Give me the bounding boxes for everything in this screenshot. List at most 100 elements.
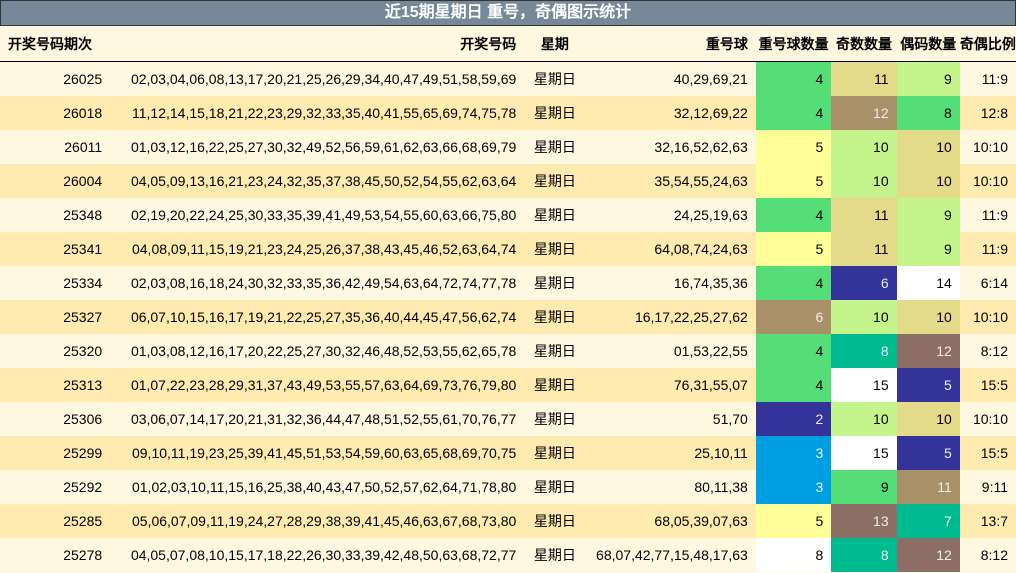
odd-count-cell: 11 <box>831 232 897 266</box>
numbers-cell: 01,03,08,12,16,17,20,22,25,27,30,32,46,4… <box>110 334 525 368</box>
ratio-cell: 12:8 <box>959 96 1016 130</box>
even-count-cell: 10 <box>896 402 960 436</box>
ratio-cell: 11:9 <box>959 61 1016 96</box>
period-cell: 25327 <box>0 300 111 334</box>
weekday-cell: 星期日 <box>524 96 586 130</box>
period-cell: 25292 <box>0 470 111 504</box>
odd-count-cell: 6 <box>831 266 897 300</box>
weekday-cell: 星期日 <box>524 232 586 266</box>
weekday-cell: 星期日 <box>524 504 586 538</box>
odd-count-cell: 15 <box>831 368 897 402</box>
even-count-cell: 7 <box>896 504 960 538</box>
repeat-count-cell: 5 <box>755 232 832 266</box>
numbers-cell: 06,07,10,15,16,17,19,21,22,25,27,35,36,4… <box>110 300 525 334</box>
even-count-cell: 12 <box>896 334 960 368</box>
table-row: 26011 01,03,12,16,22,25,27,30,32,49,52,56… <box>0 130 1016 164</box>
odd-count-cell: 11 <box>831 61 897 96</box>
numbers-cell: 11,12,14,15,18,21,22,23,29,32,33,35,40,4… <box>110 96 525 130</box>
table-row: 26004 04,05,09,13,16,21,23,24,32,35,37,38… <box>0 164 1016 198</box>
even-count-cell: 8 <box>896 96 960 130</box>
repeat-count-cell: 2 <box>755 402 832 436</box>
header-numbers[interactable]: 开奖号码 <box>110 26 525 62</box>
repeat-count-cell: 4 <box>755 334 832 368</box>
period-cell: 25320 <box>0 334 111 368</box>
table-row: 25306 03,06,07,14,17,20,21,31,32,36,44,47… <box>0 402 1016 436</box>
table-row: 25341 04,08,09,11,15,19,21,23,24,25,26,37… <box>0 232 1016 266</box>
numbers-cell: 02,03,08,16,18,24,30,32,33,35,36,42,49,5… <box>110 266 525 300</box>
odd-count-cell: 10 <box>831 130 897 164</box>
header-ratio[interactable]: 奇偶比例 <box>959 26 1016 62</box>
period-cell: 25313 <box>0 368 111 402</box>
period-cell: 26025 <box>0 61 111 96</box>
stats-table: 开奖号码期次 开奖号码 星期 重号球 重号球数量 奇数数量 偶码数量 奇偶比例 … <box>0 26 1016 572</box>
table-row: 25285 05,06,07,09,11,19,24,27,28,29,38,39… <box>0 504 1016 538</box>
header-even-count[interactable]: 偶码数量 <box>896 26 960 62</box>
period-cell: 25334 <box>0 266 111 300</box>
numbers-cell: 02,03,04,06,08,13,17,20,21,25,26,29,34,4… <box>110 61 525 96</box>
repeat-count-cell: 5 <box>755 504 832 538</box>
ratio-cell: 9:11 <box>959 470 1016 504</box>
repeat-count-cell: 8 <box>755 538 832 572</box>
numbers-cell: 01,03,12,16,22,25,27,30,32,49,52,56,59,6… <box>110 130 525 164</box>
repeats-cell: 16,17,22,25,27,62 <box>585 300 756 334</box>
table-row: 25320 01,03,08,12,16,17,20,22,25,27,30,32… <box>0 334 1016 368</box>
numbers-cell: 03,06,07,14,17,20,21,31,32,36,44,47,48,5… <box>110 402 525 436</box>
period-cell: 26018 <box>0 96 111 130</box>
header-weekday[interactable]: 星期 <box>524 26 586 62</box>
repeat-count-cell: 4 <box>755 96 832 130</box>
numbers-cell: 01,02,03,10,11,15,16,25,38,40,43,47,50,5… <box>110 470 525 504</box>
repeats-cell: 51,70 <box>585 402 756 436</box>
repeats-cell: 16,74,35,36 <box>585 266 756 300</box>
even-count-cell: 5 <box>896 368 960 402</box>
numbers-cell: 01,07,22,23,28,29,31,37,43,49,53,55,57,6… <box>110 368 525 402</box>
repeats-cell: 32,16,52,62,63 <box>585 130 756 164</box>
header-period[interactable]: 开奖号码期次 <box>0 26 111 62</box>
numbers-cell: 09,10,11,19,23,25,39,41,45,51,53,54,59,6… <box>110 436 525 470</box>
header-repeats[interactable]: 重号球 <box>585 26 756 62</box>
ratio-cell: 6:14 <box>959 266 1016 300</box>
repeat-count-cell: 4 <box>755 61 832 96</box>
weekday-cell: 星期日 <box>524 334 586 368</box>
header-repeat-count[interactable]: 重号球数量 <box>755 26 832 62</box>
repeat-count-cell: 5 <box>755 164 832 198</box>
weekday-cell: 星期日 <box>524 198 586 232</box>
repeats-cell: 01,53,22,55 <box>585 334 756 368</box>
repeat-count-cell: 4 <box>755 266 832 300</box>
repeat-count-cell: 6 <box>755 300 832 334</box>
table-row: 26018 11,12,14,15,18,21,22,23,29,32,33,35… <box>0 96 1016 130</box>
repeat-count-cell: 4 <box>755 368 832 402</box>
even-count-cell: 12 <box>896 538 960 572</box>
numbers-cell: 04,05,09,13,16,21,23,24,32,35,37,38,45,5… <box>110 164 525 198</box>
odd-count-cell: 12 <box>831 96 897 130</box>
weekday-cell: 星期日 <box>524 402 586 436</box>
odd-count-cell: 8 <box>831 538 897 572</box>
repeats-cell: 25,10,11 <box>585 436 756 470</box>
repeats-cell: 32,12,69,22 <box>585 96 756 130</box>
even-count-cell: 9 <box>896 198 960 232</box>
table-row: 25278 04,05,07,08,10,15,17,18,22,26,30,33… <box>0 538 1016 572</box>
repeats-cell: 68,05,39,07,63 <box>585 504 756 538</box>
repeats-cell: 80,11,38 <box>585 470 756 504</box>
odd-count-cell: 10 <box>831 164 897 198</box>
period-cell: 25278 <box>0 538 111 572</box>
repeat-count-cell: 3 <box>755 436 832 470</box>
weekday-cell: 星期日 <box>524 266 586 300</box>
period-cell: 25348 <box>0 198 111 232</box>
header-odd-count[interactable]: 奇数数量 <box>831 26 897 62</box>
period-cell: 26011 <box>0 130 111 164</box>
ratio-cell: 8:12 <box>959 538 1016 572</box>
period-cell: 26004 <box>0 164 111 198</box>
repeats-cell: 40,29,69,21 <box>585 61 756 96</box>
even-count-cell: 11 <box>896 470 960 504</box>
table-row: 25334 02,03,08,16,18,24,30,32,33,35,36,42… <box>0 266 1016 300</box>
table-row: 25348 02,19,20,22,24,25,30,33,35,39,41,49… <box>0 198 1016 232</box>
even-count-cell: 9 <box>896 61 960 96</box>
weekday-cell: 星期日 <box>524 436 586 470</box>
even-count-cell: 14 <box>896 266 960 300</box>
ratio-cell: 15:5 <box>959 368 1016 402</box>
table-row: 26025 02,03,04,06,08,13,17,20,21,25,26,29… <box>0 61 1016 96</box>
period-cell: 25306 <box>0 402 111 436</box>
ratio-cell: 10:10 <box>959 300 1016 334</box>
odd-count-cell: 10 <box>831 402 897 436</box>
ratio-cell: 11:9 <box>959 198 1016 232</box>
